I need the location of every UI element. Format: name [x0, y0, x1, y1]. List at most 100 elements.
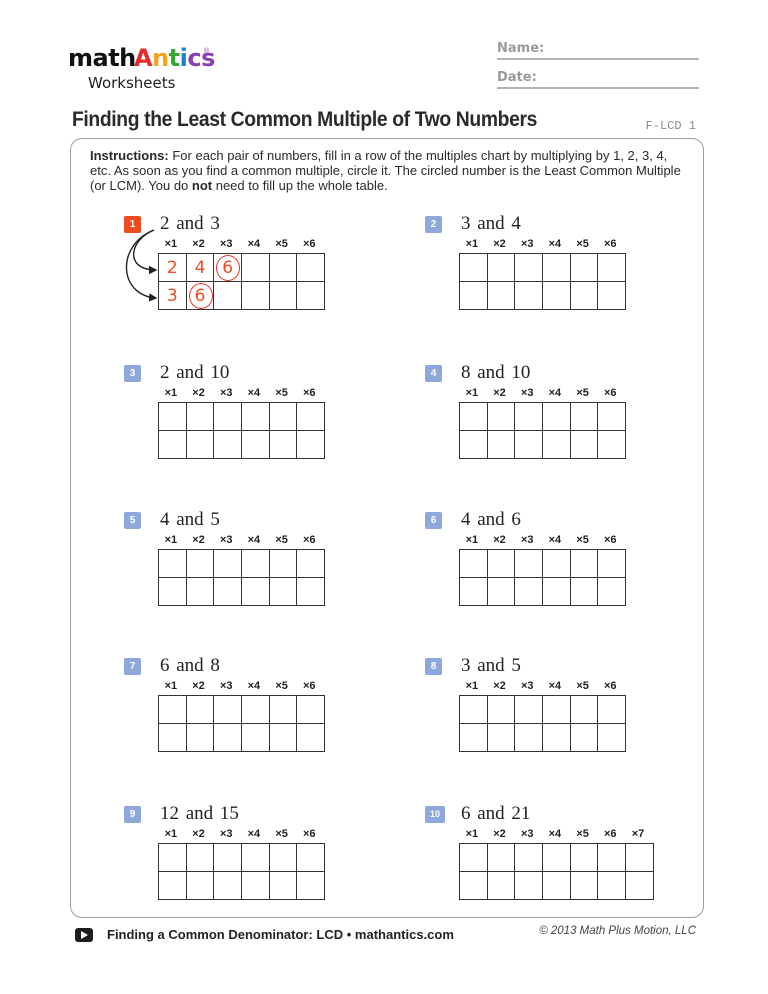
multiple-cell[interactable]: [158, 723, 187, 752]
multiple-cell[interactable]: [597, 402, 627, 431]
multiple-cell[interactable]: [268, 695, 298, 724]
multiple-cell[interactable]: [241, 281, 270, 310]
multiple-cell[interactable]: [597, 430, 627, 459]
multiple-cell[interactable]: [213, 577, 243, 606]
multiple-cell[interactable]: [542, 549, 571, 578]
multiple-cell[interactable]: [185, 549, 215, 578]
multiple-cell[interactable]: [241, 430, 270, 459]
multiple-cell[interactable]: [569, 253, 599, 282]
name-field[interactable]: Name:: [497, 41, 699, 60]
multiple-cell[interactable]: [486, 723, 516, 752]
multiple-cell[interactable]: [213, 695, 243, 724]
multiple-cell[interactable]: [241, 402, 270, 431]
multiple-cell[interactable]: [569, 843, 599, 872]
multiple-cell[interactable]: [213, 402, 243, 431]
multiple-cell[interactable]: [459, 549, 488, 578]
footer-link-text[interactable]: Finding a Common Denominator: LCD • math…: [107, 927, 454, 942]
multiple-cell[interactable]: [213, 549, 243, 578]
multiple-cell[interactable]: [514, 430, 544, 459]
multiple-cell[interactable]: [542, 402, 571, 431]
footer-video-link[interactable]: Finding a Common Denominator: LCD • math…: [75, 927, 454, 942]
multiple-cell[interactable]: [459, 843, 488, 872]
multiple-cell[interactable]: [158, 430, 187, 459]
multiple-cell[interactable]: [213, 430, 243, 459]
multiple-cell[interactable]: [158, 843, 187, 872]
multiple-cell[interactable]: [486, 253, 516, 282]
multiple-cell[interactable]: [158, 577, 187, 606]
multiple-cell[interactable]: [569, 871, 599, 900]
multiple-cell[interactable]: [625, 843, 654, 872]
multiple-cell[interactable]: [296, 253, 326, 282]
multiple-cell[interactable]: [296, 281, 326, 310]
multiple-cell[interactable]: [241, 843, 270, 872]
multiple-cell[interactable]: [486, 695, 516, 724]
multiple-cell[interactable]: [185, 871, 215, 900]
multiple-cell[interactable]: [158, 695, 187, 724]
multiple-cell[interactable]: [185, 430, 215, 459]
multiple-cell[interactable]: [514, 695, 544, 724]
multiple-cell[interactable]: [569, 281, 599, 310]
multiple-cell[interactable]: [597, 281, 627, 310]
multiple-cell[interactable]: [241, 577, 270, 606]
multiple-cell[interactable]: [514, 723, 544, 752]
multiple-cell[interactable]: [514, 871, 544, 900]
multiple-cell[interactable]: [268, 871, 298, 900]
multiple-cell[interactable]: [514, 549, 544, 578]
multiple-cell[interactable]: [213, 871, 243, 900]
multiple-cell[interactable]: [542, 577, 571, 606]
multiple-cell[interactable]: [569, 402, 599, 431]
multiple-cell[interactable]: [459, 430, 488, 459]
multiple-cell[interactable]: [597, 843, 627, 872]
multiple-cell[interactable]: [597, 695, 627, 724]
multiple-cell[interactable]: [486, 843, 516, 872]
multiple-cell[interactable]: [158, 402, 187, 431]
multiple-cell[interactable]: [597, 871, 627, 900]
multiple-cell[interactable]: [241, 871, 270, 900]
multiple-cell[interactable]: [542, 430, 571, 459]
multiple-cell[interactable]: [514, 253, 544, 282]
multiple-cell[interactable]: [296, 695, 326, 724]
multiple-cell[interactable]: [268, 430, 298, 459]
multiple-cell[interactable]: [185, 723, 215, 752]
multiple-cell[interactable]: [241, 723, 270, 752]
multiple-cell[interactable]: [268, 253, 298, 282]
multiple-cell[interactable]: [569, 549, 599, 578]
multiple-cell[interactable]: [542, 723, 571, 752]
multiple-cell[interactable]: [459, 695, 488, 724]
multiple-cell[interactable]: [459, 253, 488, 282]
multiple-cell[interactable]: [296, 430, 326, 459]
multiple-cell[interactable]: [185, 577, 215, 606]
multiple-cell[interactable]: [268, 723, 298, 752]
multiple-cell[interactable]: [569, 723, 599, 752]
multiple-cell[interactable]: [158, 549, 187, 578]
multiple-cell[interactable]: [459, 723, 488, 752]
multiple-cell[interactable]: [459, 281, 488, 310]
multiple-cell[interactable]: [625, 871, 654, 900]
multiple-cell[interactable]: [542, 843, 571, 872]
multiple-cell[interactable]: [268, 402, 298, 431]
multiple-cell[interactable]: [185, 843, 215, 872]
multiple-cell[interactable]: [268, 281, 298, 310]
multiple-cell[interactable]: 4: [185, 253, 215, 282]
multiple-cell[interactable]: [185, 695, 215, 724]
multiple-cell[interactable]: [597, 577, 627, 606]
multiple-cell[interactable]: [459, 577, 488, 606]
multiple-cell[interactable]: [597, 253, 627, 282]
multiple-cell[interactable]: [158, 871, 187, 900]
multiple-cell[interactable]: [597, 723, 627, 752]
multiple-cell[interactable]: [296, 402, 326, 431]
multiple-cell[interactable]: [296, 549, 326, 578]
multiple-cell[interactable]: [514, 577, 544, 606]
multiple-cell[interactable]: [296, 723, 326, 752]
multiple-cell[interactable]: [542, 871, 571, 900]
multiple-cell[interactable]: [514, 281, 544, 310]
multiple-cell[interactable]: [213, 281, 243, 310]
multiple-cell[interactable]: [569, 430, 599, 459]
multiple-cell[interactable]: [569, 577, 599, 606]
multiple-cell[interactable]: [514, 843, 544, 872]
multiple-cell[interactable]: [213, 843, 243, 872]
multiple-cell[interactable]: [486, 577, 516, 606]
multiple-cell[interactable]: [296, 577, 326, 606]
multiple-cell-circled[interactable]: 6: [185, 281, 215, 310]
multiple-cell-circled[interactable]: 6: [213, 253, 243, 282]
